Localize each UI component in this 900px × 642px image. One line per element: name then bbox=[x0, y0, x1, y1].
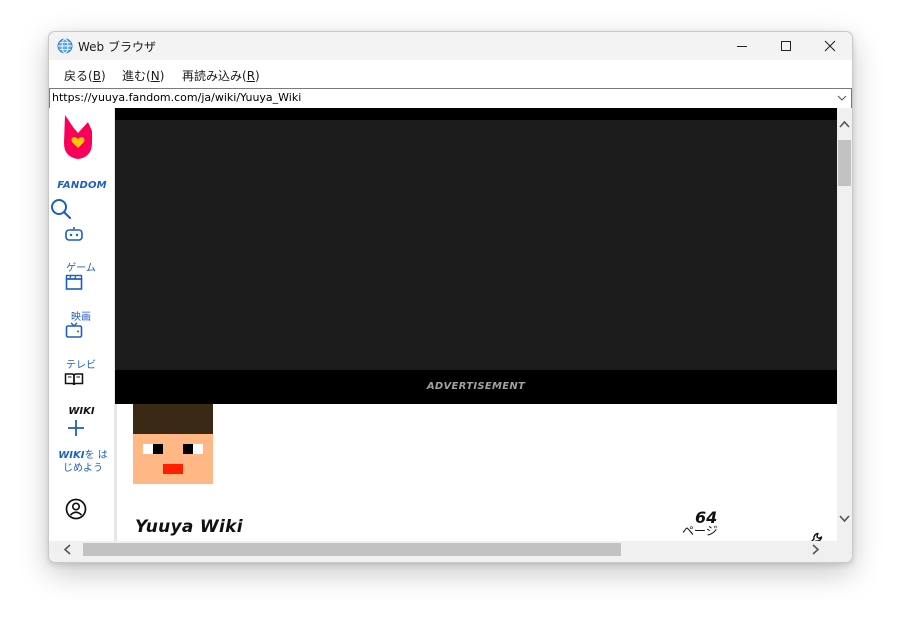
plus-icon[interactable] bbox=[67, 419, 85, 437]
window-title: Web ブラウザ bbox=[78, 40, 156, 54]
fandom-sidebar: FANDOM ゲーム 映画 テレビ WIKI WIKIを は じめよう bbox=[49, 108, 117, 541]
minimize-icon bbox=[737, 46, 747, 47]
wrench-icon[interactable] bbox=[805, 532, 823, 541]
globe-icon bbox=[57, 38, 73, 54]
menu-forward-paren-close: ) bbox=[159, 69, 165, 83]
menu-bar: 戻る(B) 進む(N) 再読み込み(R) bbox=[49, 60, 852, 88]
address-bar[interactable]: https://yuuya.fandom.com/ja/wiki/Yuuya_W… bbox=[49, 88, 852, 109]
address-url[interactable]: https://yuuya.fandom.com/ja/wiki/Yuuya_W… bbox=[52, 91, 301, 104]
search-icon[interactable] bbox=[50, 198, 72, 220]
menu-reload[interactable]: 再読み込み(R) bbox=[182, 67, 260, 84]
horizontal-scrollbar-thumb[interactable] bbox=[83, 543, 621, 556]
advertisement-slot[interactable] bbox=[115, 120, 837, 370]
fandom-logo-icon[interactable] bbox=[61, 113, 95, 161]
wiki-title[interactable]: Yuuya Wiki bbox=[135, 517, 243, 537]
user-circle-icon[interactable] bbox=[65, 498, 87, 520]
minimize-button[interactable] bbox=[720, 32, 764, 60]
vertical-scrollbar-thumb[interactable] bbox=[838, 140, 851, 186]
sidebar-wiki-label[interactable]: WIKI bbox=[49, 406, 114, 417]
maximize-icon bbox=[781, 41, 791, 51]
game-controller-icon[interactable] bbox=[65, 226, 83, 242]
browser-window: Web ブラウザ 戻る(B) 進む(N) 再読み込み(R) https://yu… bbox=[48, 31, 853, 563]
start-wiki-label-bold: WIKI bbox=[58, 450, 85, 461]
book-icon[interactable] bbox=[64, 372, 84, 387]
close-icon bbox=[824, 40, 836, 52]
scrollbar-corner bbox=[837, 541, 852, 558]
menu-reload-paren-close: ) bbox=[255, 69, 260, 83]
vertical-scrollbar[interactable] bbox=[837, 108, 852, 541]
menu-back-label: 戻る bbox=[64, 69, 89, 83]
menu-forward[interactable]: 進む(N) bbox=[122, 67, 164, 84]
advertisement-area: ADVERTISEMENT bbox=[115, 108, 837, 404]
scroll-down-icon[interactable] bbox=[839, 514, 850, 523]
wiki-avatar[interactable] bbox=[133, 404, 213, 484]
sidebar-item-tv-label[interactable]: テレビ bbox=[61, 356, 101, 371]
scroll-left-icon[interactable] bbox=[63, 544, 72, 555]
menu-forward-accesskey: N bbox=[150, 69, 160, 83]
start-wiki-label-line2: じめよう bbox=[63, 463, 103, 474]
chevron-down-icon[interactable] bbox=[836, 92, 848, 104]
horizontal-scrollbar[interactable] bbox=[49, 541, 837, 558]
scroll-right-icon[interactable] bbox=[811, 544, 820, 555]
start-wiki-label-line1: を は bbox=[84, 450, 108, 461]
menu-reload-label: 再読み込み bbox=[182, 69, 243, 83]
menu-reload-accesskey: R bbox=[246, 69, 256, 83]
start-wiki-label[interactable]: WIKIを はじめよう bbox=[53, 449, 113, 475]
sidebar-item-games-label[interactable]: ゲーム bbox=[61, 259, 101, 274]
menu-forward-label: 進む bbox=[122, 69, 147, 83]
page-count-unit: ページ bbox=[682, 524, 718, 538]
clapperboard-icon[interactable] bbox=[65, 274, 83, 290]
advertisement-label: ADVERTISEMENT bbox=[426, 381, 526, 392]
menu-back[interactable]: 戻る(B) bbox=[64, 67, 106, 84]
menu-back-paren-close: ) bbox=[100, 69, 106, 83]
page-viewport: FANDOM ゲーム 映画 テレビ WIKI WIKIを は じめよう ADVE… bbox=[49, 108, 837, 541]
close-button[interactable] bbox=[808, 32, 852, 60]
sidebar-item-movies-label[interactable]: 映画 bbox=[61, 308, 101, 323]
maximize-button[interactable] bbox=[764, 32, 808, 60]
title-bar: Web ブラウザ bbox=[49, 32, 852, 60]
menu-back-accesskey: B bbox=[92, 69, 101, 83]
tv-icon[interactable] bbox=[65, 322, 83, 339]
scroll-up-icon[interactable] bbox=[839, 120, 850, 129]
fandom-wordmark[interactable]: FANDOM bbox=[50, 180, 114, 191]
